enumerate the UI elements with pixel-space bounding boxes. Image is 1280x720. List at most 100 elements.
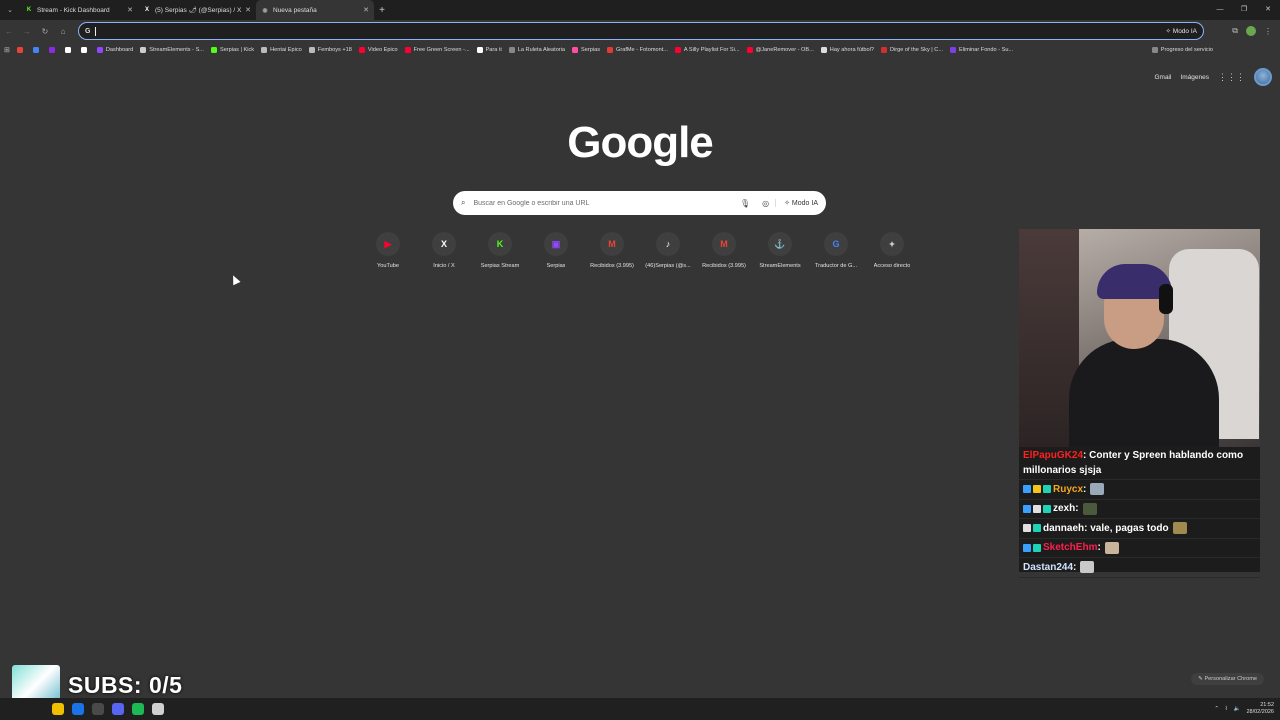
- bookmark-item[interactable]: StreamElements - S...: [140, 46, 204, 53]
- chat-badge-icon: [1033, 504, 1041, 513]
- customize-chrome-button[interactable]: ✎ Personalizar Chrome: [1191, 673, 1264, 685]
- browser-tab[interactable]: ◉ Nueva pestaña ✕: [256, 0, 374, 20]
- shortcut-tile[interactable]: ▶ YouTube: [360, 232, 416, 269]
- bookmark-item[interactable]: Dashboard: [96, 46, 133, 53]
- browser-tab[interactable]: K Stream - Kick Dashboard ✕: [20, 0, 138, 20]
- chat-username: zexh: [1053, 503, 1076, 515]
- bookmark-item[interactable]: Hentai Epico: [261, 46, 302, 53]
- bookmark-item[interactable]: Eliminar Fondo - Su...: [950, 46, 1013, 53]
- taskbar-app-icon[interactable]: [132, 703, 144, 715]
- bookmark-item[interactable]: Serpias | Kick: [210, 46, 254, 53]
- shortcut-tile[interactable]: M Recibidos (3.995): [584, 232, 640, 269]
- bookmark-favicon-icon: [210, 46, 217, 53]
- taskbar-apps: [52, 703, 164, 715]
- gmail-link[interactable]: Gmail: [1154, 74, 1171, 81]
- bookmark-item[interactable]: Hay ahora fútbol?: [820, 46, 874, 53]
- shortcut-tile[interactable]: M Recibidos (3.995): [696, 232, 752, 269]
- back-icon[interactable]: ←: [0, 27, 18, 36]
- bookmark-item[interactable]: Progreso del servicio: [1151, 46, 1213, 53]
- window-controls: — ❐ ✕: [1208, 0, 1280, 20]
- tab-list: K Stream - Kick Dashboard ✕ X (5) Serpias 🌶 …: [20, 0, 374, 20]
- shortcut-tile[interactable]: K Serpias Stream: [472, 232, 528, 269]
- google-lens-icon[interactable]: ◎: [762, 199, 769, 208]
- tray-arrow-icon[interactable]: ⌃: [1214, 706, 1219, 712]
- bookmark-label: Hentai Epico: [270, 46, 302, 53]
- search-input[interactable]: [473, 199, 734, 207]
- taskbar-app-icon[interactable]: [112, 703, 124, 715]
- shortcut-tile[interactable]: + Acceso directo: [864, 232, 920, 269]
- bookmark-item[interactable]: [48, 46, 58, 53]
- search-ai-mode-button[interactable]: ✧ Modo IA: [775, 199, 818, 207]
- taskbar-app-icon[interactable]: [92, 703, 104, 715]
- close-window-icon[interactable]: ✕: [1256, 0, 1280, 20]
- shortcut-tile[interactable]: ⚓ StreamElements: [752, 232, 808, 269]
- shortcut-tile[interactable]: X Inicio / X: [416, 232, 472, 269]
- shortcut-tile[interactable]: ▣ Serpias: [528, 232, 584, 269]
- taskbar-app-icon[interactable]: [52, 703, 64, 715]
- home-icon[interactable]: ⌂: [54, 27, 72, 36]
- network-icon[interactable]: ⌇: [1225, 706, 1228, 712]
- forward-icon[interactable]: →: [18, 27, 36, 36]
- menu-kebab-icon[interactable]: ⋮: [1264, 27, 1272, 36]
- chat-text: :: [1073, 561, 1077, 573]
- bookmark-favicon-icon: [358, 46, 365, 53]
- reload-icon[interactable]: ↻: [36, 27, 54, 36]
- bookmark-favicon-icon: [950, 46, 957, 53]
- search-ai-label: Modo IA: [791, 200, 818, 207]
- apps-grid-icon[interactable]: ⊞: [4, 46, 10, 54]
- windows-taskbar: ⌃ ⌇ 🔈 21:52 28/02/2026: [0, 698, 1280, 720]
- bookmark-label: Free Green Screen -...: [413, 46, 470, 53]
- profile-icon[interactable]: [1246, 26, 1256, 36]
- images-link[interactable]: Imágenes: [1180, 74, 1209, 81]
- shortcut-tile[interactable]: G Traductor de G...: [808, 232, 864, 269]
- customize-chrome-label: Personalizar Chrome: [1204, 676, 1257, 682]
- bookmark-label: La Ruleta Aleatoria: [517, 46, 566, 53]
- bookmark-item[interactable]: Serpias: [572, 46, 600, 53]
- shortcut-label: StreamElements: [759, 263, 801, 269]
- tab-close-icon[interactable]: ✕: [245, 6, 251, 14]
- bookmark-item[interactable]: @JaneRemover - OB...: [746, 46, 814, 53]
- bookmark-item[interactable]: Para ti: [476, 46, 502, 53]
- new-tab-button[interactable]: +: [374, 5, 390, 16]
- chat-badge-icon: [1023, 504, 1031, 513]
- bookmark-item[interactable]: [32, 46, 42, 53]
- bookmark-item[interactable]: [16, 46, 26, 53]
- x-icon: X: [144, 7, 149, 13]
- tab-search-icon[interactable]: ⌄: [0, 0, 20, 20]
- omnibox-ai-mode-button[interactable]: ✧ Modo IA: [1166, 27, 1197, 35]
- chat-text: :: [1097, 542, 1101, 554]
- tab-close-icon[interactable]: ✕: [127, 6, 133, 14]
- bookmark-item[interactable]: [64, 46, 74, 53]
- google-apps-icon[interactable]: ⋮⋮⋮: [1218, 72, 1245, 83]
- bookmark-item[interactable]: Femboys +18: [308, 46, 352, 53]
- bookmark-item[interactable]: GrafMe - Fotomont...: [607, 46, 668, 53]
- chat-text: : vale, pagas todo: [1084, 522, 1169, 534]
- tab-close-icon[interactable]: ✕: [363, 6, 369, 14]
- bookmark-favicon-icon: [261, 46, 268, 53]
- chat-username: ElPapuGK24: [1023, 450, 1084, 461]
- restore-icon[interactable]: ❐: [1232, 0, 1256, 20]
- account-avatar[interactable]: [1254, 68, 1272, 86]
- browser-tab[interactable]: X (5) Serpias 🌶 (@Serpias) / X ✕: [138, 0, 256, 20]
- shortcut-label: Recibidos (3.995): [590, 263, 634, 269]
- bookmark-favicon-icon: [404, 46, 411, 53]
- shortcut-tile[interactable]: ♪ (46)Serpias (@s...: [640, 232, 696, 269]
- microphone-icon[interactable]: 🎙: [740, 199, 750, 208]
- extensions-icon[interactable]: ⧉: [1232, 26, 1238, 36]
- bookmark-item[interactable]: A Silly Playlist For Si...: [674, 46, 740, 53]
- search-box[interactable]: ⌕ 🎙 ◎ ✧ Modo IA: [453, 191, 826, 215]
- bookmark-item[interactable]: [80, 46, 90, 53]
- bookmark-item[interactable]: Dirge of the Sky | C...: [880, 46, 943, 53]
- clock[interactable]: 21:52 28/02/2026: [1246, 702, 1274, 716]
- taskbar-app-icon[interactable]: [72, 703, 84, 715]
- volume-icon[interactable]: 🔈: [1234, 706, 1241, 712]
- bookmark-item[interactable]: La Ruleta Aleatoria: [508, 46, 566, 53]
- chat-emote-icon: [1080, 561, 1095, 574]
- bookmark-label: Video Epico: [367, 46, 398, 53]
- bookmark-item[interactable]: Free Green Screen -...: [404, 46, 470, 53]
- bookmark-item[interactable]: Video Epico: [358, 46, 398, 53]
- bookmark-label: Progreso del servicio: [1160, 46, 1213, 53]
- minimize-icon[interactable]: —: [1208, 0, 1232, 20]
- address-bar[interactable]: G ✧ Modo IA: [78, 22, 1204, 40]
- taskbar-app-icon[interactable]: [152, 703, 164, 715]
